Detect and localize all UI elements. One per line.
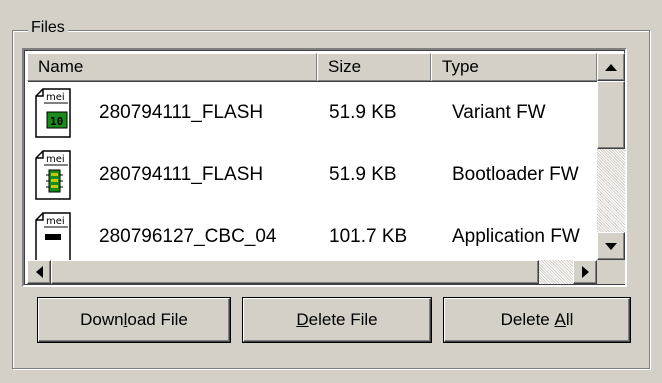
scroll-left-icon xyxy=(35,266,43,278)
scroll-down-icon xyxy=(605,242,617,250)
download-file-button[interactable]: Down l oad File xyxy=(38,298,230,342)
file-row[interactable]: mei 280794111_FLASH 51.9 KB Bootloader F… xyxy=(27,144,597,206)
svg-text:mei: mei xyxy=(46,92,65,103)
delete-file-button[interactable]: Delete File xyxy=(243,298,431,342)
list-header: Name Size Type xyxy=(27,53,597,81)
column-header-size[interactable]: Size xyxy=(317,53,431,81)
scroll-right-button[interactable] xyxy=(573,260,597,284)
svg-text:mei: mei xyxy=(46,154,65,165)
file-name: 280794111_FLASH xyxy=(99,102,264,123)
scroll-left-button[interactable] xyxy=(27,260,51,284)
scroll-up-button[interactable] xyxy=(597,53,625,81)
svg-text:10: 10 xyxy=(50,115,63,128)
scroll-down-button[interactable] xyxy=(597,232,625,260)
column-header-type[interactable]: Type xyxy=(431,53,597,81)
vertical-scroll-thumb[interactable] xyxy=(597,81,625,149)
delete-all-label-key: A xyxy=(554,310,566,329)
scroll-up-icon xyxy=(605,63,617,71)
file-mei-icon: mei 10 xyxy=(35,88,75,140)
file-type: Application FW xyxy=(452,226,580,247)
scrollbar-corner xyxy=(597,260,625,284)
file-row[interactable]: mei 10 280794111_FLASH 51.9 KB Variant F… xyxy=(27,82,597,144)
file-size: 51.9 KB xyxy=(329,102,397,123)
delete-label-post: elete File xyxy=(308,310,378,329)
file-name: 280796127_CBC_04 xyxy=(99,226,277,247)
files-list-view[interactable]: Name Size Type mei 10 280794111_FLASH 51… xyxy=(22,48,627,287)
scroll-right-icon xyxy=(581,266,589,278)
file-mei-icon: mei xyxy=(35,212,75,260)
file-type: Variant FW xyxy=(452,102,546,123)
horizontal-scrollbar[interactable] xyxy=(27,260,597,284)
vertical-scrollbar[interactable] xyxy=(597,53,625,260)
file-size: 101.7 KB xyxy=(329,226,408,247)
download-label-post: oad File xyxy=(127,310,188,329)
file-row[interactable]: mei 280796127_CBC_04 101.7 KB Applicatio… xyxy=(27,206,597,260)
horizontal-scroll-thumb[interactable] xyxy=(51,260,539,284)
download-label-pre: Down xyxy=(80,310,124,329)
delete-label-key: D xyxy=(296,310,309,329)
svg-text:mei: mei xyxy=(46,216,65,227)
file-size: 51.9 KB xyxy=(329,164,397,185)
delete-all-label-post: ll xyxy=(565,310,574,329)
file-type: Bootloader FW xyxy=(452,164,579,185)
delete-all-label-pre: Delete xyxy=(500,310,555,329)
files-group-title: Files xyxy=(28,19,68,37)
delete-all-button[interactable]: Delete All xyxy=(444,298,630,342)
file-rows: mei 10 280794111_FLASH 51.9 KB Variant F… xyxy=(27,82,597,260)
list-content: Name Size Type mei 10 280794111_FLASH 51… xyxy=(27,53,597,260)
file-name: 280794111_FLASH xyxy=(99,164,264,185)
column-header-name[interactable]: Name xyxy=(27,53,317,81)
file-mei-icon: mei xyxy=(35,150,75,202)
